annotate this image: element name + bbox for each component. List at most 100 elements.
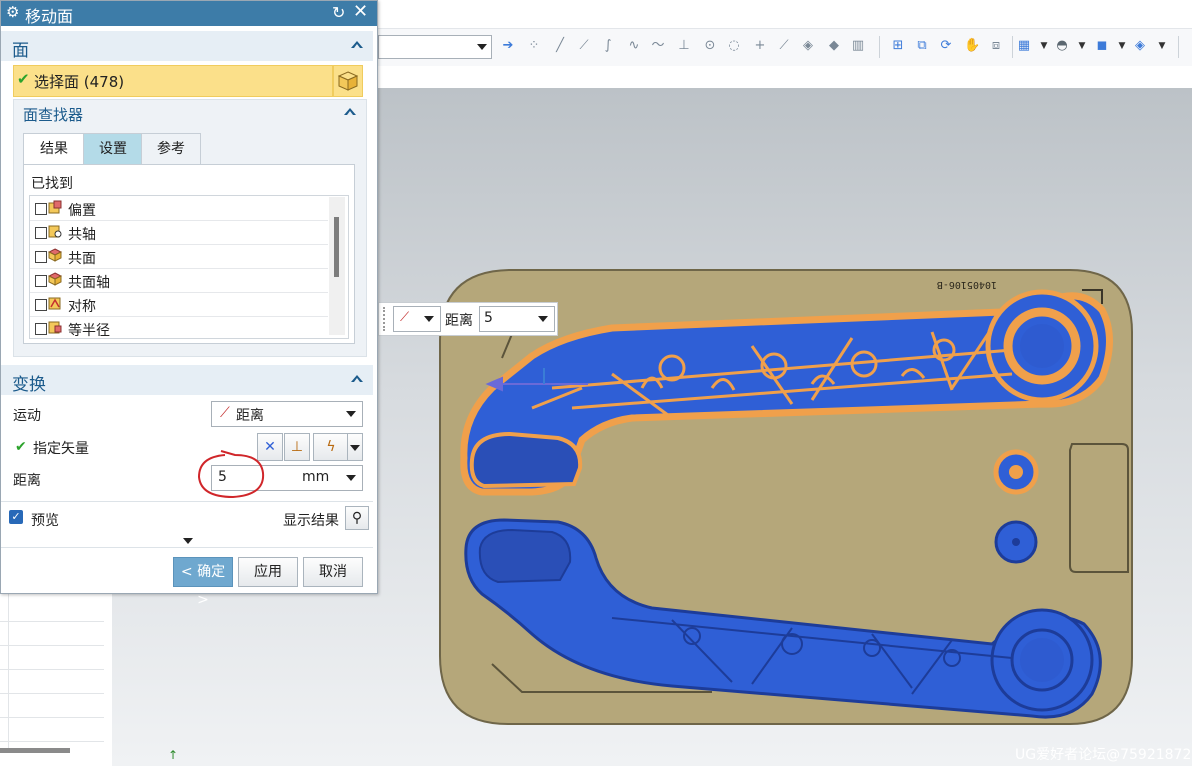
show-result-button[interactable]: ⚲ (345, 506, 369, 530)
checkbox[interactable] (35, 203, 47, 215)
transform-section-header[interactable]: 变换 (1, 365, 373, 395)
checkbox[interactable] (35, 227, 47, 239)
offset-face-icon (48, 200, 62, 214)
circle-icon[interactable]: ◌ (726, 38, 742, 54)
crosshair-icon[interactable]: + (752, 38, 768, 54)
drag-handle-icon[interactable] (383, 307, 393, 331)
list-item[interactable]: 偏置 (30, 197, 328, 221)
render-style-icon[interactable]: ◓ (1054, 38, 1070, 54)
distance-motion-icon: ⟋ (400, 310, 410, 325)
annotation-circle (197, 450, 265, 499)
menu-strip (376, 0, 1192, 29)
gear-icon[interactable]: ⚙ (6, 3, 19, 21)
list-item[interactable]: 共面轴 (30, 269, 328, 293)
visibility-dropdown-icon[interactable]: ▼ (1154, 38, 1170, 54)
display-dropdown-icon[interactable]: ▼ (1114, 38, 1130, 54)
list-item[interactable]: 共面 (30, 245, 328, 269)
tab-settings[interactable]: 设置 (83, 133, 143, 164)
render-dropdown-icon[interactable]: ▼ (1074, 38, 1090, 54)
line-segment-icon[interactable]: ⟋ (576, 38, 592, 54)
cube-icon (337, 71, 359, 91)
distance-label: 距离 (13, 473, 41, 489)
apply-button[interactable]: 应用 (238, 557, 298, 587)
onscreen-distance-input: ⟋ 距离 5 (378, 302, 558, 336)
face-select-cube-button[interactable] (333, 65, 363, 97)
list-item[interactable]: 共轴 (30, 221, 328, 245)
close-icon[interactable]: ✕ (353, 1, 368, 22)
reverse-direction-button[interactable]: ⊥ (284, 433, 310, 461)
pan-icon[interactable]: ✋ (964, 38, 980, 54)
fit-view-icon[interactable]: ⊞ (890, 38, 906, 54)
reverse-direction-icon: ⊥ (290, 439, 304, 455)
dialog-titlebar[interactable]: ⚙ 移动面 ↻ ✕ (1, 1, 377, 26)
tab-results[interactable]: 结果 (23, 133, 85, 164)
curve-icon[interactable]: ∫ (600, 38, 616, 54)
spline-icon[interactable]: ∿ (626, 38, 642, 54)
list-scrollbar[interactable] (329, 197, 345, 335)
move-face-dialog: ⚙ 移动面 ↻ ✕ 面 ✔ 选择面 (478) 面查找器 结果 设置 参考 已找… (0, 0, 378, 608)
orient-view-icon[interactable]: ▦ (1016, 38, 1032, 54)
point-grid-icon[interactable]: ⁘ (526, 38, 542, 54)
select-faces-row[interactable]: ✔ 选择面 (478) (13, 65, 333, 97)
motion-dropdown[interactable]: ⟋ 距离 (211, 401, 363, 427)
checkbox[interactable] (35, 299, 47, 311)
checkbox[interactable] (35, 323, 47, 335)
layer-icon[interactable]: ◆ (826, 38, 842, 54)
motion-label: 运动 (13, 408, 41, 424)
chevron-down-icon (350, 445, 360, 451)
coplanar-face-icon (48, 248, 62, 262)
vector-type-button[interactable]: ϟ (313, 433, 349, 461)
checkbox[interactable] (35, 275, 47, 287)
hint-distance-input[interactable]: 5 (479, 306, 555, 332)
circle-center-icon[interactable]: ⊙ (702, 38, 718, 54)
found-label: 已找到 (31, 176, 73, 192)
arrow-right-icon[interactable]: ➔ (500, 38, 516, 54)
list-item[interactable]: 对称 (30, 293, 328, 317)
horizontal-scrollbar[interactable] (0, 748, 70, 753)
unit-label: mm (302, 469, 330, 485)
checkbox[interactable] (35, 251, 47, 263)
engraved-text: 10405106-B (937, 279, 997, 290)
intersection-icon[interactable]: ⊥ (676, 38, 692, 54)
wcs-y-axis-icon: ↑ (168, 748, 179, 762)
collapse-icon[interactable] (344, 108, 356, 115)
tangent-icon[interactable]: ⟋ (776, 38, 792, 54)
book-icon[interactable]: ▥ (850, 38, 866, 54)
visibility-icon[interactable]: ◈ (1132, 38, 1148, 54)
tab-reference[interactable]: 参考 (141, 133, 201, 164)
zoom-window-icon[interactable]: ⧉ (914, 38, 930, 54)
face-point-icon[interactable]: ◈ (800, 38, 816, 54)
expand-more-icon[interactable] (183, 538, 193, 544)
cancel-button[interactable]: 取消 (303, 557, 363, 587)
specify-vector-label: 指定矢量 (33, 441, 89, 457)
magnifier-icon: ⚲ (351, 510, 363, 526)
vector-type-dropdown[interactable] (347, 433, 363, 461)
motion-type-mini-dropdown[interactable]: ⟋ (393, 306, 441, 332)
wave-icon[interactable]: 〜 (650, 38, 666, 54)
ok-button[interactable]: < 确定 > (173, 557, 233, 608)
selection-filter-dropdown[interactable] (378, 35, 492, 59)
checkmark-icon: ✔ (17, 70, 30, 88)
rotate-icon[interactable]: ⟳ (938, 38, 954, 54)
equal-radius-icon (48, 321, 62, 334)
face-section-header[interactable]: 面 (1, 31, 373, 61)
display-cube-icon[interactable]: ◼ (1094, 38, 1110, 54)
reset-icon[interactable]: ↻ (332, 3, 345, 22)
coplanar-axis-icon (48, 272, 62, 286)
navigator-pane (0, 592, 113, 766)
vector-type-icon: ϟ (326, 439, 336, 455)
scroll-thumb[interactable] (334, 217, 339, 277)
collapse-icon[interactable] (351, 375, 363, 382)
face-finder-title: 面查找器 (23, 106, 84, 124)
preview-checkbox[interactable]: ✓ (9, 510, 23, 524)
main-toolbar: ➔ ⁘ ╱ ⟋ ∫ ∿ 〜 ⊥ ⊙ ◌ + ⟋ ◈ ◆ ▥ ⊞ ⧉ ⟳ ✋ ⧈ … (376, 0, 1192, 67)
distance-motion-icon: ⟋ (220, 405, 230, 421)
orient-dropdown-icon[interactable]: ▼ (1036, 38, 1052, 54)
dialog-title: 移动面 (25, 7, 74, 26)
list-item[interactable]: 等半径 (30, 317, 328, 338)
line-icon[interactable]: ╱ (552, 38, 568, 54)
coaxial-face-icon (48, 225, 62, 238)
collapse-icon[interactable] (351, 41, 363, 48)
perspective-icon[interactable]: ⧈ (988, 38, 1004, 54)
hint-distance-label: 距离 (445, 313, 473, 329)
